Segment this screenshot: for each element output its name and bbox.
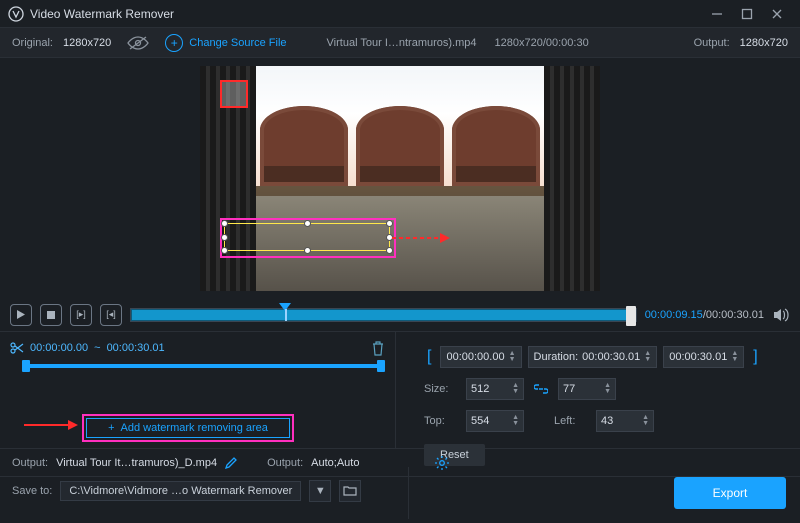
source-dim-dur: 1280x720/00:00:30 — [495, 37, 589, 49]
left-input[interactable]: 43 ▲▼ — [596, 410, 654, 432]
size-label: Size: — [424, 383, 460, 395]
watermark-selection-box[interactable] — [224, 223, 390, 251]
source-filename: Virtual Tour I…ntramuros).mp4 — [327, 37, 477, 49]
time-current: 00:00:09.15 — [645, 309, 703, 321]
change-source-label: Change Source File — [189, 37, 286, 49]
change-source-button[interactable]: + Change Source File — [165, 34, 286, 52]
area-timeline[interactable] — [24, 364, 383, 368]
original-label: Original: — [12, 37, 53, 49]
reset-button[interactable]: Reset — [424, 444, 485, 466]
original-value: 1280x720 — [63, 37, 111, 49]
add-watermark-area-button[interactable]: + Add watermark removing area — [86, 418, 290, 438]
time-total: 00:00:30.01 — [706, 309, 764, 321]
save-path-dropdown[interactable]: ▼ — [309, 480, 331, 502]
play-button[interactable] — [10, 304, 32, 326]
set-end-button[interactable]: [◂] — [100, 304, 122, 326]
titlebar: Video Watermark Remover — [0, 0, 800, 28]
output-settings-icon[interactable] — [435, 456, 449, 470]
timeline-end-handle[interactable] — [626, 306, 636, 326]
open-folder-button[interactable] — [339, 480, 361, 502]
volume-icon[interactable] — [772, 306, 790, 324]
annotation-arrow — [24, 418, 78, 432]
clip-end-bracket-button[interactable]: ] — [750, 348, 760, 366]
output-file-label: Output: — [12, 457, 48, 469]
window-minimize-button[interactable] — [702, 4, 732, 24]
save-to-label: Save to: — [12, 485, 52, 497]
app-title: Video Watermark Remover — [30, 7, 174, 21]
aspect-link-icon[interactable] — [530, 382, 552, 396]
output-format-value: Auto;Auto — [311, 457, 359, 469]
preview-area — [0, 58, 800, 298]
delete-area-button[interactable] — [371, 341, 385, 356]
output-filename: Virtual Tour It…tramuros)_D.mp4 — [56, 457, 217, 469]
range-to: 00:00:30.01 — [107, 342, 165, 354]
save-path: C:\Vidmore\Vidmore …o Watermark Remover — [69, 485, 292, 497]
source-infobar: Original: 1280x720 + Change Source File … — [0, 28, 800, 58]
video-preview[interactable] — [200, 66, 600, 291]
output-format-label: Output: — [267, 457, 303, 469]
clip-start-bracket-button[interactable]: [ — [424, 348, 434, 366]
clip-duration-input[interactable]: Duration:00:00:30.01 ▲▼ — [528, 346, 658, 368]
output-dim-value: 1280x720 — [740, 37, 788, 49]
window-close-button[interactable] — [762, 4, 792, 24]
rename-output-icon[interactable] — [225, 457, 237, 469]
app-logo-icon — [8, 6, 24, 22]
playback-controls: [▸] [◂] 00:00:09.15/00:00:30.01 — [0, 298, 800, 332]
export-button[interactable]: Export — [674, 477, 786, 509]
size-height-input[interactable]: 77 ▲▼ — [558, 378, 616, 400]
range-row: 00:00:00.00 ~ 00:00:30.01 — [10, 338, 385, 358]
top-label: Top: — [424, 415, 460, 427]
save-path-box[interactable]: C:\Vidmore\Vidmore …o Watermark Remover — [60, 481, 301, 501]
areas-panel: 00:00:00.00 ~ 00:00:30.01 + Add watermar… — [0, 332, 396, 448]
stop-button[interactable] — [40, 304, 62, 326]
settings-panels: 00:00:00.00 ~ 00:00:30.01 + Add watermar… — [0, 332, 800, 448]
annotation-highlight — [220, 80, 248, 108]
window-maximize-button[interactable] — [732, 4, 762, 24]
set-start-button[interactable]: [▸] — [70, 304, 92, 326]
output-dim-label: Output: — [694, 37, 730, 49]
spin-down[interactable]: ▼ — [509, 357, 516, 363]
plus-circle-icon: + — [165, 34, 183, 52]
vertical-divider — [408, 467, 409, 519]
clip-end-input[interactable]: 00:00:30.01 ▲▼ — [663, 346, 744, 368]
top-input[interactable]: 554 ▲▼ — [466, 410, 524, 432]
timeline[interactable] — [130, 308, 637, 322]
clip-start-input[interactable]: 00:00:00.00 ▲▼ — [440, 346, 521, 368]
plus-icon: + — [108, 422, 114, 434]
size-width-input[interactable]: 512 ▲▼ — [466, 378, 524, 400]
range-from: 00:00:00.00 — [30, 342, 88, 354]
playhead[interactable] — [285, 309, 287, 321]
annotation-add-button-highlight: + Add watermark removing area — [82, 414, 294, 442]
time-display: 00:00:09.15/00:00:30.01 — [645, 309, 764, 321]
range-scissors-icon[interactable] — [10, 341, 24, 355]
preview-toggle-icon[interactable] — [127, 35, 149, 51]
properties-panel: [ 00:00:00.00 ▲▼ Duration:00:00:30.01 ▲▼… — [396, 332, 800, 448]
left-label: Left: — [554, 415, 590, 427]
add-area-label: Add watermark removing area — [121, 422, 268, 434]
